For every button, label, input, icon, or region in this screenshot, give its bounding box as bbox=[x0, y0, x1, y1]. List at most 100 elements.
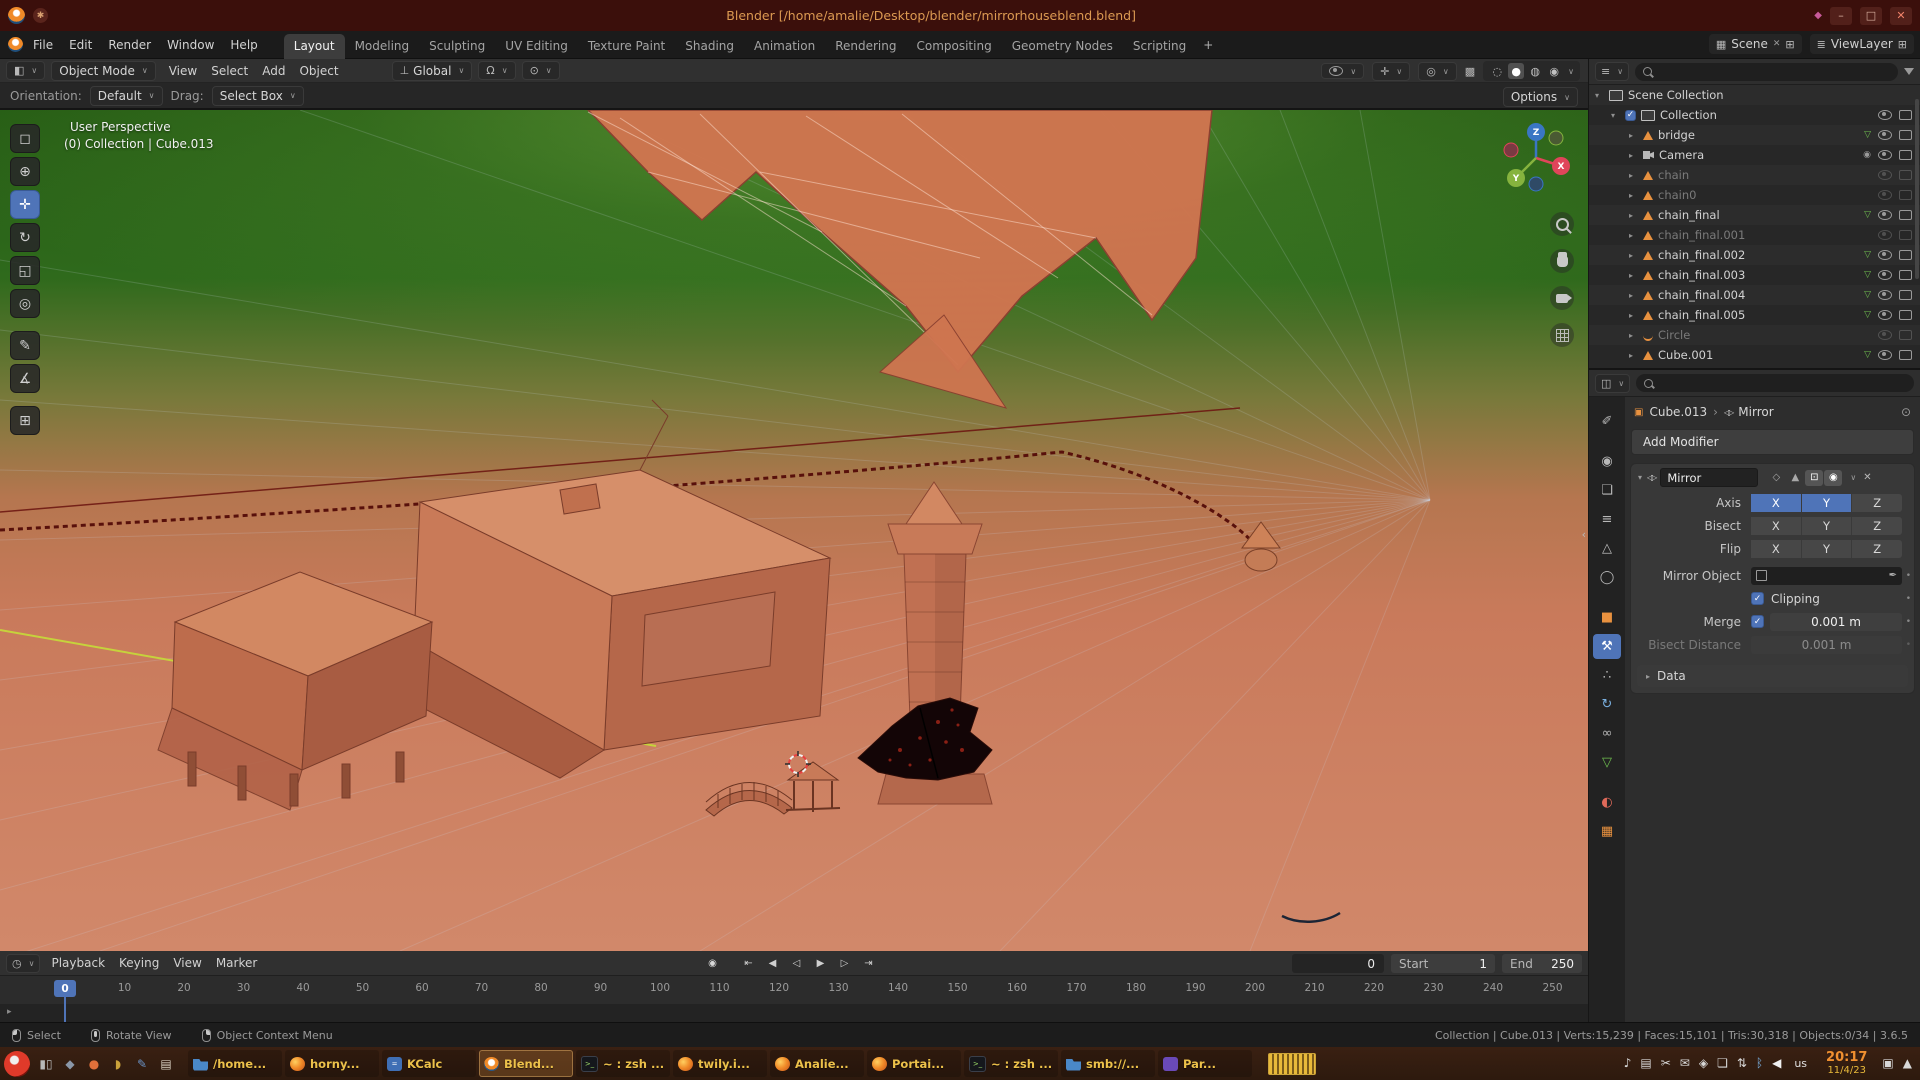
outliner-row-bridge[interactable]: ▸ ✓ bridge ▽ bbox=[1589, 125, 1920, 145]
disclosure-triangle[interactable]: ▸ bbox=[1629, 231, 1638, 240]
frame-start-field[interactable]: Start1 bbox=[1391, 954, 1495, 973]
scene-selector[interactable]: ▦ Scene ✕ ⊞ bbox=[1709, 34, 1802, 54]
task-firefox-horny[interactable]: horny... bbox=[285, 1050, 379, 1077]
properties-search-input[interactable] bbox=[1659, 376, 1906, 391]
disclosure-triangle[interactable]: ▸ bbox=[1629, 151, 1638, 160]
shading-wireframe-button[interactable]: ◌ bbox=[1489, 63, 1505, 79]
tool-scale[interactable]: ◱ bbox=[10, 256, 40, 285]
tray-app-bird[interactable]: ◗ bbox=[108, 1053, 128, 1075]
play-button[interactable]: ▶ bbox=[810, 955, 831, 973]
music-icon[interactable]: ♪ bbox=[1624, 1056, 1632, 1070]
viewport-menu-item[interactable]: View bbox=[162, 62, 204, 80]
clipping-checkbox[interactable]: ✓ bbox=[1751, 592, 1764, 605]
snapping-selector[interactable]: Ω ∨ bbox=[478, 61, 515, 80]
disable-in-viewports-toggle[interactable] bbox=[1899, 190, 1912, 200]
eyedropper-icon[interactable]: ✒ bbox=[1889, 570, 1897, 581]
options-selector[interactable]: Options ∨ bbox=[1503, 87, 1578, 107]
disable-in-viewports-toggle[interactable] bbox=[1899, 210, 1912, 220]
notifications-icon[interactable]: ▣ bbox=[1882, 1056, 1893, 1070]
tool-measure[interactable]: ∡ bbox=[10, 364, 40, 393]
modifier-panel-header[interactable]: ▾ ◁▷ ◇▲⊡◉ ∨ ✕ bbox=[1631, 464, 1914, 491]
disclosure-triangle[interactable]: ▸ bbox=[1629, 191, 1638, 200]
properties-tab-render[interactable]: ◉ bbox=[1593, 449, 1621, 474]
properties-tab-material[interactable]: ◐ bbox=[1593, 790, 1621, 815]
tool-cursor[interactable]: ⊕ bbox=[10, 157, 40, 186]
unlink-scene-icon[interactable]: ✕ bbox=[1773, 39, 1781, 49]
disclosure-triangle[interactable]: ▸ bbox=[1629, 331, 1638, 340]
outliner-row-chain-final-004[interactable]: ▸ ✓ chain_final.004 ▽ bbox=[1589, 285, 1920, 305]
viewport-menu-item[interactable]: Add bbox=[255, 62, 292, 80]
modifier-extras-menu[interactable]: ∨ bbox=[1850, 473, 1856, 482]
blender-menu-icon[interactable] bbox=[8, 37, 23, 52]
workspace-tab[interactable]: Scripting bbox=[1123, 34, 1196, 59]
hide-in-viewport-toggle[interactable] bbox=[1878, 130, 1892, 140]
properties-editor-selector[interactable]: ◫ ∨ bbox=[1595, 374, 1630, 393]
timeline-track[interactable] bbox=[0, 1004, 1588, 1022]
task-firefox-twily[interactable]: twily.i... bbox=[673, 1050, 767, 1077]
workspace-tab[interactable]: Shading bbox=[675, 34, 744, 59]
clipboard-icon[interactable]: ▤ bbox=[1640, 1056, 1651, 1070]
mode-selector[interactable]: Object Mode ∨ bbox=[51, 61, 155, 81]
menu-item[interactable]: File bbox=[25, 34, 61, 56]
hide-in-viewport-toggle[interactable] bbox=[1878, 190, 1892, 200]
task-par[interactable]: Par... bbox=[1158, 1050, 1252, 1077]
task-kcalc[interactable]: = KCalc bbox=[382, 1050, 476, 1077]
workspace-tab[interactable]: Modeling bbox=[345, 34, 420, 59]
task-firefox-analie[interactable]: Analie... bbox=[770, 1050, 864, 1077]
disclosure-triangle[interactable]: ▸ bbox=[1629, 291, 1638, 300]
disclosure-triangle[interactable]: ▸ bbox=[1629, 171, 1638, 180]
breadcrumb-object[interactable]: Cube.013 bbox=[1649, 405, 1707, 419]
navigation-gizmo[interactable]: Z X Y bbox=[1494, 116, 1578, 200]
bisect-distance-field[interactable]: 0.001 m bbox=[1751, 636, 1902, 654]
workspace-tab[interactable]: Rendering bbox=[825, 34, 906, 59]
volume-icon[interactable]: ◀ bbox=[1772, 1056, 1781, 1070]
properties-tab-scene[interactable]: △ bbox=[1593, 536, 1621, 561]
kdeconnect-icon[interactable]: ◈ bbox=[1699, 1056, 1708, 1070]
workspace-tab[interactable]: Compositing bbox=[906, 34, 1001, 59]
sidebar-toggle-arrow[interactable]: ‹ bbox=[1582, 528, 1586, 541]
merge-checkbox[interactable]: ✓ bbox=[1751, 615, 1764, 628]
hide-in-viewport-toggle[interactable] bbox=[1878, 250, 1892, 260]
workspace-tab[interactable]: UV Editing bbox=[495, 34, 578, 59]
modifier-name-field[interactable] bbox=[1660, 468, 1758, 487]
disclosure-triangle[interactable]: ▸ bbox=[1629, 351, 1638, 360]
task-firefox-portai[interactable]: Portai... bbox=[867, 1050, 961, 1077]
viewlayer-selector[interactable]: ≣ ViewLayer ⊞ bbox=[1810, 34, 1914, 54]
viewport-menu-item[interactable]: Object bbox=[292, 62, 345, 80]
workspace-tab[interactable]: Texture Paint bbox=[578, 34, 675, 59]
outliner-row-camera[interactable]: ▸ ✓ Camera ◉ bbox=[1589, 145, 1920, 165]
properties-tab-physics[interactable]: ↻ bbox=[1593, 692, 1621, 717]
menu-item[interactable]: Render bbox=[100, 34, 159, 56]
channel-expand-icon[interactable]: ▸ bbox=[7, 1007, 12, 1017]
mail-icon[interactable]: ✉ bbox=[1680, 1056, 1690, 1070]
disclosure-triangle[interactable]: ▸ bbox=[1629, 311, 1638, 320]
workspace-tab[interactable]: Geometry Nodes bbox=[1002, 34, 1123, 59]
bisect-toggle[interactable]: Z bbox=[1852, 517, 1902, 535]
disable-in-viewports-toggle[interactable] bbox=[1899, 270, 1912, 280]
axis-toggle[interactable]: X bbox=[1751, 494, 1802, 512]
outliner-row-chain0[interactable]: ▸ ✓ chain0 bbox=[1589, 185, 1920, 205]
data-subpanel-header[interactable]: ▸ Data bbox=[1637, 665, 1908, 687]
properties-tab-object[interactable]: ■ bbox=[1593, 605, 1621, 630]
outliner-row-chain-final-005[interactable]: ▸ ✓ chain_final.005 ▽ bbox=[1589, 305, 1920, 325]
breadcrumb-modifier[interactable]: Mirror bbox=[1738, 405, 1773, 419]
tray-app-notes[interactable]: ▤ bbox=[156, 1053, 176, 1075]
task-dolphin-home[interactable]: /home... bbox=[188, 1050, 282, 1077]
axis-toggle[interactable]: Z bbox=[1852, 494, 1902, 512]
keep-above-icon[interactable]: ◆ bbox=[1814, 10, 1822, 21]
hide-in-viewport-toggle[interactable] bbox=[1878, 150, 1892, 160]
workspace-tab[interactable]: Sculpting bbox=[419, 34, 495, 59]
screenshot-icon[interactable]: ✂ bbox=[1661, 1056, 1671, 1070]
playhead[interactable]: 0 bbox=[54, 980, 76, 997]
bluetooth-icon[interactable]: ᛒ bbox=[1756, 1056, 1763, 1070]
axis-toggle[interactable]: Y bbox=[1802, 494, 1853, 512]
hide-in-viewport-toggle[interactable] bbox=[1878, 170, 1892, 180]
disclosure-triangle[interactable]: ▾ bbox=[1611, 111, 1620, 120]
disclosure-triangle[interactable]: ▸ bbox=[1629, 211, 1638, 220]
outliner-editor-selector[interactable]: ≡ ∨ bbox=[1595, 62, 1629, 81]
modifier-on-cage-toggle[interactable]: ◇ bbox=[1767, 470, 1785, 486]
viewport-canvas[interactable] bbox=[0, 110, 1588, 951]
menu-item[interactable]: Edit bbox=[61, 34, 100, 56]
zoom-control[interactable] bbox=[1550, 212, 1574, 236]
xray-toggle[interactable]: ▩ bbox=[1465, 65, 1475, 78]
